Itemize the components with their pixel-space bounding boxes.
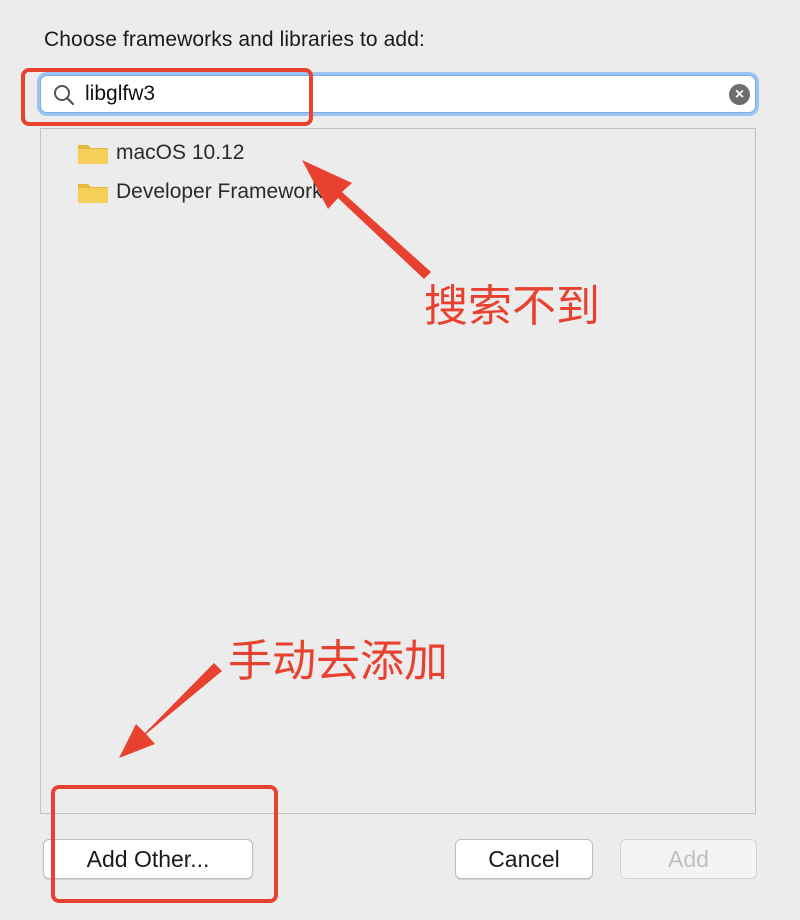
not-found-annotation: 搜索不到 xyxy=(424,281,600,332)
arrow-to-results xyxy=(302,160,431,279)
arrow-to-add-other xyxy=(119,663,222,758)
annotation-arrows xyxy=(119,160,431,758)
add-manually-annotation: 手动去添加 xyxy=(228,636,448,687)
